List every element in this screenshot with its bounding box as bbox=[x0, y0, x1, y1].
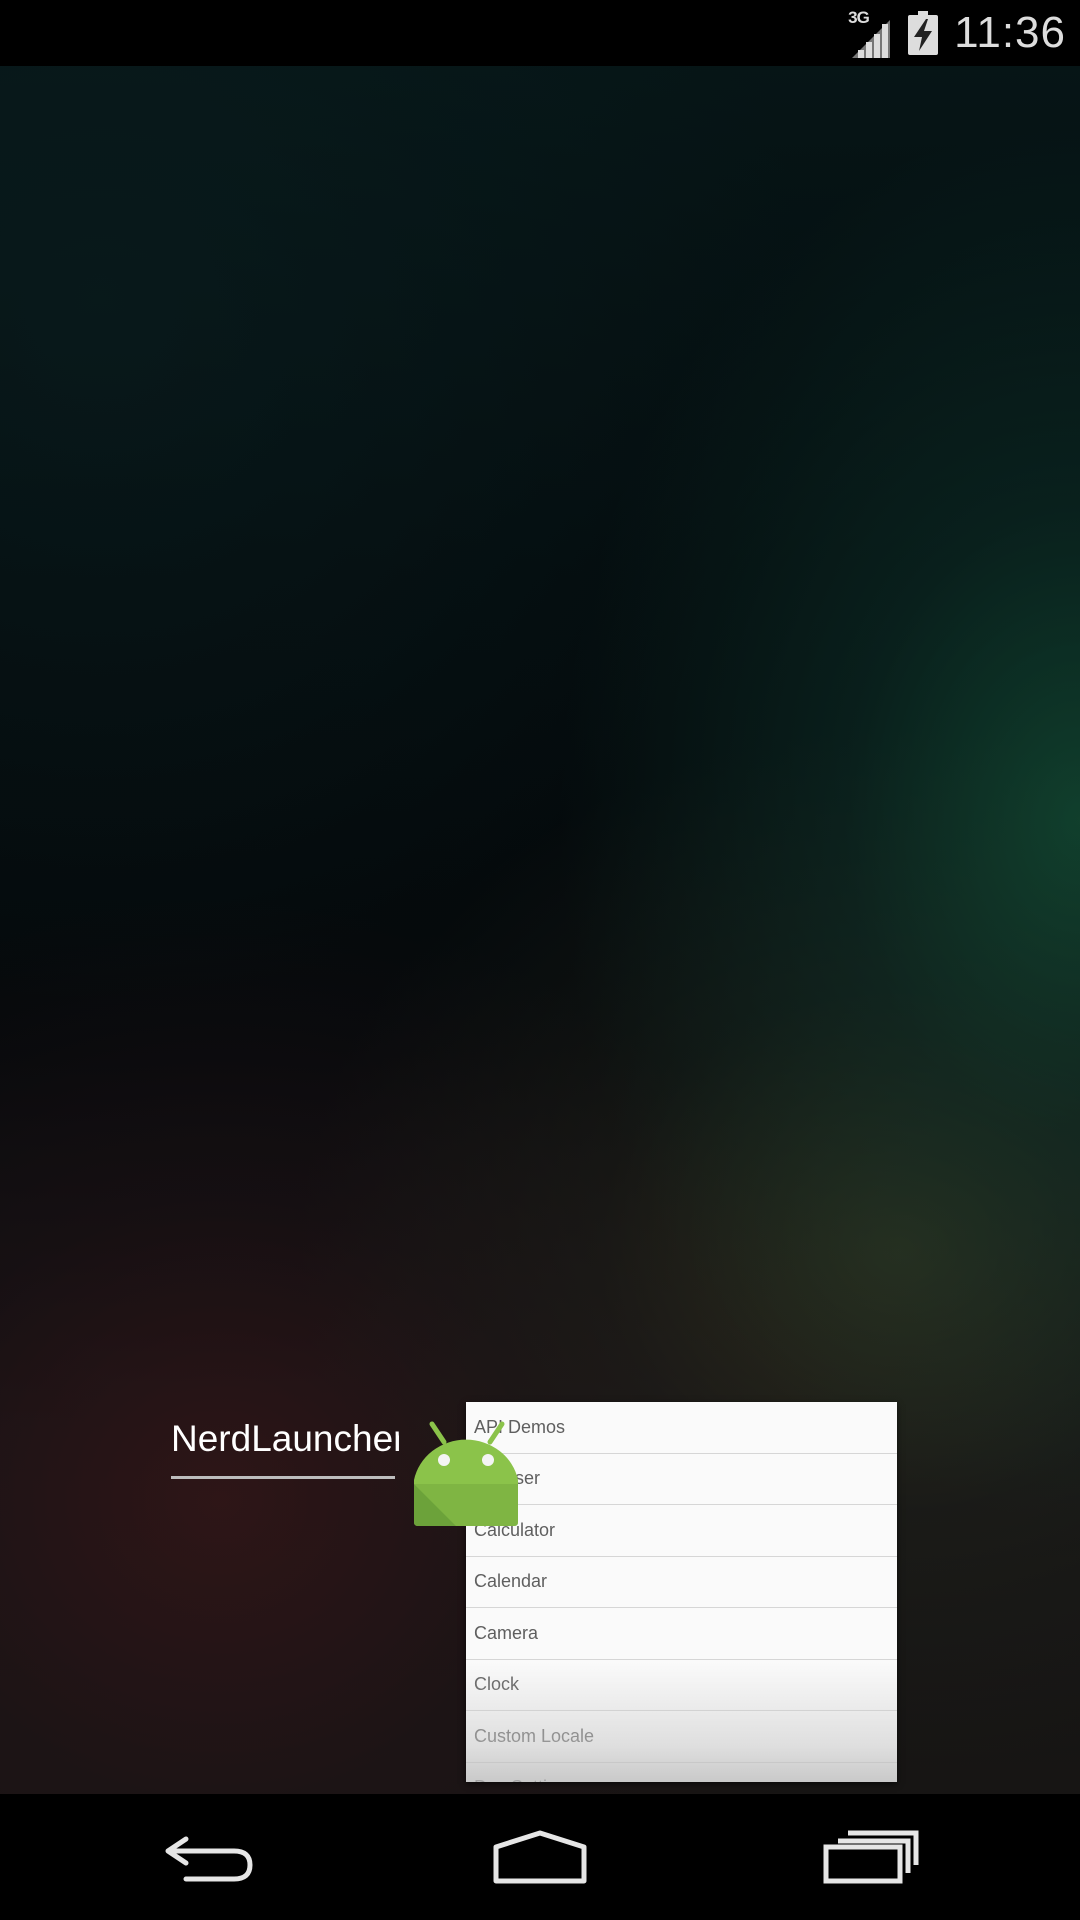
app-list[interactable]: API Demos Browser Calculator Calendar Ca… bbox=[466, 1402, 897, 1782]
list-item[interactable]: Dev Settings bbox=[466, 1763, 897, 1782]
signal-icon: 3G bbox=[848, 8, 894, 58]
home-screen: 3G 11:36 NerdLauncher API Demos Calculat… bbox=[0, 0, 1080, 1920]
signal-bars-icon bbox=[852, 20, 891, 58]
home-button[interactable] bbox=[470, 1812, 610, 1902]
status-bar: 3G 11:36 bbox=[0, 0, 1080, 66]
list-item[interactable]: Calculator bbox=[466, 1505, 897, 1557]
widget-title[interactable]: NerdLauncher bbox=[171, 1418, 399, 1472]
recents-icon bbox=[823, 1830, 919, 1884]
status-icons: 3G 11:36 bbox=[848, 0, 1066, 66]
status-clock: 11:36 bbox=[954, 8, 1066, 57]
title-underline bbox=[171, 1476, 395, 1479]
back-button[interactable] bbox=[140, 1812, 280, 1902]
list-item[interactable]: Calendar bbox=[466, 1557, 897, 1608]
list-item[interactable]: Clock bbox=[466, 1660, 897, 1711]
back-icon bbox=[165, 1836, 253, 1882]
android-icon[interactable] bbox=[410, 1418, 520, 1530]
list-item[interactable]: API Demos bbox=[466, 1402, 897, 1454]
navigation-bar bbox=[0, 1794, 1080, 1920]
home-icon bbox=[493, 1830, 587, 1884]
list-item[interactable]: Camera bbox=[466, 1608, 897, 1660]
recents-button[interactable] bbox=[800, 1812, 940, 1902]
list-item[interactable]: Browser bbox=[466, 1454, 897, 1505]
battery-charging-icon bbox=[908, 11, 939, 55]
list-item[interactable]: Custom Locale bbox=[466, 1711, 897, 1763]
